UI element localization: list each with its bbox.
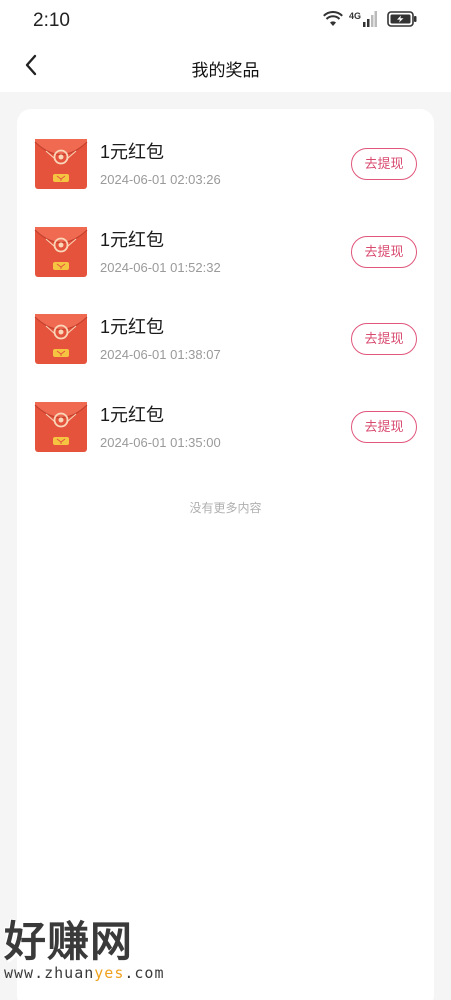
page-title: 我的奖品: [191, 61, 260, 80]
withdraw-button[interactable]: 去提现: [351, 410, 417, 443]
prize-name: 1元红包: [100, 404, 165, 425]
prize-item: 1元红包 2024-06-01 01:52:32 去提现: [17, 225, 434, 301]
network-type-label: 4G: [348, 11, 361, 21]
prize-item: 1元红包 2024-06-01 01:35:00 去提现: [17, 400, 434, 476]
red-envelope-icon: [34, 137, 88, 191]
prize-name: 1元红包: [100, 229, 165, 250]
prize-timestamp: 2024-06-01 01:52:32: [100, 259, 221, 275]
red-envelope-icon: [34, 225, 88, 279]
battery-charging-icon: [387, 10, 417, 32]
signal-icon: [363, 10, 377, 32]
status-bar: 2:10 4G: [0, 0, 451, 42]
status-icons: 4G: [323, 10, 417, 32]
wifi-icon: [323, 10, 343, 32]
prize-name: 1元红包: [100, 142, 165, 162]
status-time: 2:10: [33, 10, 70, 31]
no-more-content-label: 没有更多内容: [189, 501, 262, 515]
watermark-url: www.zhuanyes.com: [4, 964, 165, 982]
prize-timestamp: 2024-06-01 01:35:00: [100, 434, 221, 450]
prize-name: 1元红包: [100, 317, 165, 337]
prize-item: 1元红包 2024-06-01 01:38:07 去提现: [17, 312, 434, 388]
prize-list-card: 1元红包 2024-06-01 02:03:26 去提现 1元红包 2024-06-01…: [17, 109, 434, 1000]
prize-timestamp: 2024-06-01 01:38:07: [100, 347, 221, 362]
watermark-logo: 好赚网 www.zhuanyes.com: [4, 918, 194, 990]
withdraw-button[interactable]: 去提现: [351, 148, 417, 180]
prize-timestamp: 2024-06-01 02:03:26: [100, 172, 221, 187]
navigation-bar: 我的奖品: [0, 42, 451, 92]
red-envelope-icon: [34, 312, 88, 366]
prize-item: 1元红包 2024-06-01 02:03:26 去提现: [17, 137, 434, 213]
withdraw-button[interactable]: 去提现: [351, 235, 417, 268]
watermark-title: 好赚网: [4, 917, 134, 966]
withdraw-button[interactable]: 去提现: [351, 323, 417, 355]
red-envelope-icon: [34, 400, 88, 454]
